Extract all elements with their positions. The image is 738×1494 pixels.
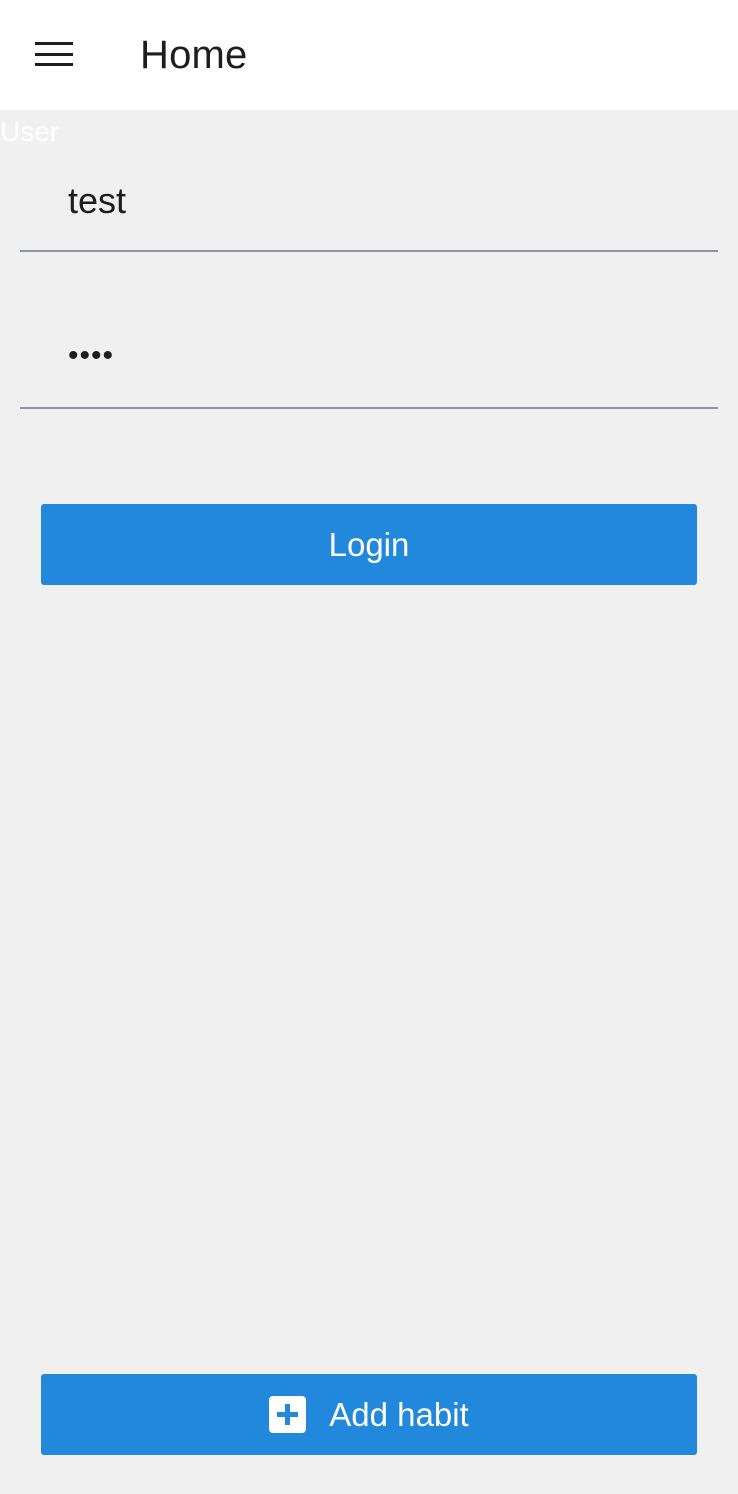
password-field-container	[20, 316, 718, 409]
add-habit-label: Add habit	[329, 1395, 469, 1433]
username-input[interactable]	[68, 160, 688, 242]
login-button[interactable]: Login	[41, 504, 697, 585]
login-button-label: Login	[328, 525, 410, 563]
password-input[interactable]	[68, 316, 688, 396]
add-habit-button[interactable]: Add habit	[41, 1374, 697, 1455]
app-screen: Home User Login Add habit	[0, 0, 738, 1494]
menu-button[interactable]	[22, 26, 86, 82]
plus-box-icon	[269, 1396, 307, 1433]
hamburger-menu-icon	[35, 42, 73, 66]
username-label: User	[0, 116, 60, 147]
page-title: Home	[140, 33, 248, 77]
app-bar: Home	[0, 0, 738, 110]
username-field-container	[20, 160, 718, 252]
